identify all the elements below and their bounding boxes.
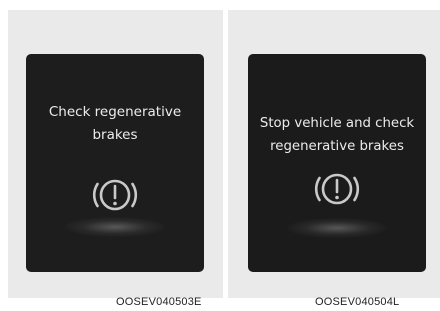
icon-glow — [287, 218, 387, 238]
figure-stage: Check regenerative brakes Stop vehicle a… — [0, 0, 440, 311]
cluster-display: Check regenerative brakes — [26, 54, 204, 272]
figure-code: OOSEV040503E — [116, 296, 202, 308]
cluster-display: Stop vehicle and check regenerative brak… — [248, 54, 426, 272]
warning-message: Stop vehicle and check regenerative brak… — [259, 116, 415, 154]
figure-panel-check-brakes: Check regenerative brakes — [8, 10, 223, 298]
brake-warning-icon — [314, 173, 360, 205]
icon-glow — [65, 217, 165, 237]
brake-warning-icon — [92, 179, 138, 211]
figure-panel-stop-vehicle: Stop vehicle and check regenerative brak… — [228, 10, 440, 298]
figure-code: OOSEV040504L — [315, 296, 400, 308]
warning-message: Check regenerative brakes — [48, 104, 182, 143]
